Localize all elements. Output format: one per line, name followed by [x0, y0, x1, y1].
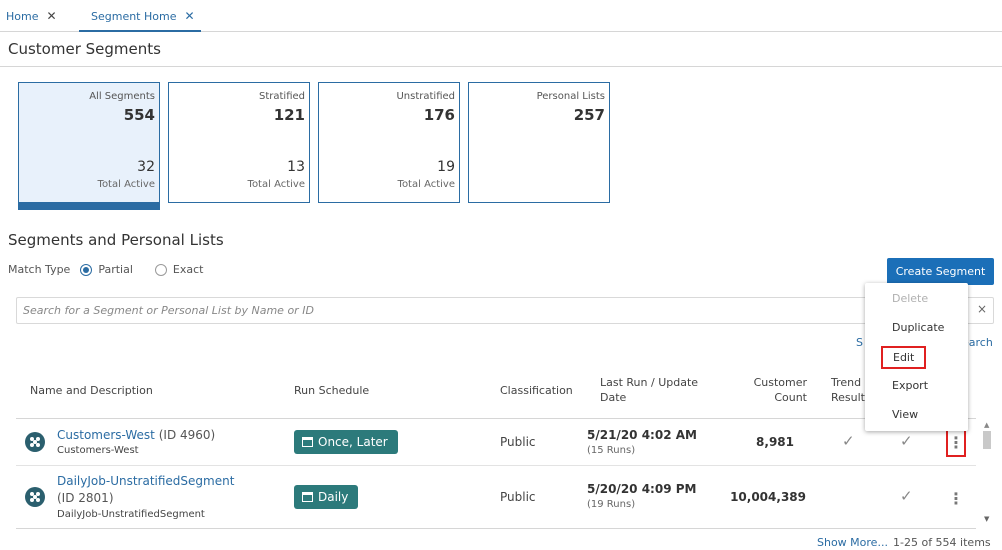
run-schedule-badge[interactable]: Once, Later — [294, 430, 398, 454]
menu-item-export[interactable]: Export — [892, 379, 928, 392]
header-count-line1: Customer — [753, 376, 807, 389]
card-personal-lists[interactable]: Personal Lists 257 — [468, 82, 610, 203]
segment-name[interactable]: DailyJob-UnstratifiedSegment — [57, 474, 234, 488]
card-active-count: 13 — [287, 159, 305, 175]
scroll-thumb[interactable] — [983, 431, 991, 449]
segment-id: (ID 4960) — [158, 428, 216, 442]
match-exact-label[interactable]: Exact — [173, 263, 204, 276]
card-active-count: 19 — [437, 159, 455, 175]
result-check-icon: ✓ — [900, 432, 913, 450]
segment-description: DailyJob-UnstratifiedSegment — [57, 509, 205, 520]
menu-item-view[interactable]: View — [892, 408, 918, 421]
tab-segment-home[interactable]: Segment Home ✕ — [79, 9, 201, 32]
create-segment-button[interactable]: Create Segment — [887, 258, 994, 285]
menu-item-delete[interactable]: Delete — [892, 292, 928, 305]
card-active-count: 32 — [137, 159, 155, 175]
section-title: Segments and Personal Lists — [8, 231, 224, 249]
customer-count: 10,004,389 — [730, 490, 806, 504]
card-active-label: Total Active — [97, 179, 155, 190]
show-more-link[interactable]: Show More... — [817, 536, 888, 549]
card-active-label: Total Active — [397, 179, 455, 190]
card-count: 176 — [423, 106, 455, 124]
run-schedule-label: Daily — [318, 490, 349, 504]
segment-name-link[interactable]: Customers-West (ID 4960) — [57, 428, 215, 442]
card-count: 554 — [123, 106, 155, 124]
card-stratified[interactable]: Stratified 121 13 Total Active — [168, 82, 310, 203]
card-label: Personal Lists — [536, 91, 605, 102]
segment-icon — [25, 487, 45, 507]
header-run-schedule[interactable]: Run Schedule — [294, 383, 369, 398]
tab-home[interactable]: Home ✕ — [6, 9, 57, 23]
match-type-group: Match Type Partial Exact — [8, 263, 215, 276]
segment-icon — [25, 432, 45, 452]
header-count-line2: Count — [774, 391, 807, 404]
header-name[interactable]: Name and Description — [30, 383, 153, 398]
run-schedule-badge[interactable]: Daily — [294, 485, 359, 509]
title-divider — [0, 66, 1002, 67]
header-last-run-line2: Date — [600, 391, 627, 404]
run-count: (19 Runs) — [587, 499, 636, 510]
tab-segment-home-label: Segment Home — [91, 10, 177, 23]
card-all-segments[interactable]: All Segments 554 32 Total Active — [18, 82, 160, 210]
trend-check-icon: ✓ — [842, 432, 855, 450]
header-classification[interactable]: Classification — [500, 383, 573, 398]
card-label: All Segments — [89, 91, 155, 102]
table-scrollbar[interactable]: ▲ ▼ — [980, 419, 994, 527]
search-box: × — [16, 297, 994, 324]
result-check-icon: ✓ — [900, 487, 913, 505]
segment-id: (ID 2801) — [57, 491, 114, 505]
match-type-label: Match Type — [8, 263, 71, 276]
run-schedule-label: Once, Later — [318, 435, 388, 449]
header-last-run[interactable]: Last Run / Update Date — [600, 375, 698, 405]
menu-item-duplicate[interactable]: Duplicate — [892, 321, 944, 334]
classification: Public — [500, 490, 536, 504]
header-customer-count[interactable]: Customer Count — [727, 375, 807, 405]
page-title: Customer Segments — [8, 40, 161, 58]
segment-description: Customers-West — [57, 445, 139, 456]
card-label: Stratified — [258, 91, 305, 102]
run-count: (15 Runs) — [587, 445, 636, 456]
tab-segment-home-close-icon[interactable]: ✕ — [184, 9, 194, 23]
tab-home-close-icon[interactable]: ✕ — [46, 9, 56, 23]
tab-home-label: Home — [6, 10, 39, 23]
card-active-label: Total Active — [247, 179, 305, 190]
last-run-date: 5/21/20 4:02 AM — [587, 428, 697, 442]
row-divider — [16, 465, 976, 466]
card-count: 257 — [573, 106, 605, 124]
link-fragment-left[interactable]: S — [856, 336, 863, 349]
card-count: 121 — [273, 106, 305, 124]
calendar-icon — [302, 437, 313, 447]
row-actions-menu: Delete Duplicate Edit Export View — [865, 283, 968, 431]
menu-item-edit[interactable]: Edit — [881, 346, 927, 369]
last-run-date: 5/20/20 4:09 PM — [587, 482, 697, 496]
customer-count: 8,981 — [756, 435, 794, 449]
search-input[interactable] — [17, 298, 957, 323]
segment-name[interactable]: Customers-West — [57, 428, 155, 442]
clear-search-icon[interactable]: × — [977, 302, 987, 316]
match-partial-radio[interactable] — [80, 263, 93, 276]
table-footer-divider — [16, 528, 976, 529]
scroll-up-icon[interactable]: ▲ — [984, 421, 989, 429]
row-actions-kebab-icon[interactable]: ⋮ — [946, 427, 966, 457]
scroll-down-icon[interactable]: ▼ — [984, 515, 989, 523]
card-unstratified[interactable]: Unstratified 176 19 Total Active — [318, 82, 460, 203]
table-header-divider — [16, 418, 976, 419]
classification: Public — [500, 435, 536, 449]
card-label: Unstratified — [396, 91, 455, 102]
match-exact-radio[interactable] — [154, 263, 167, 276]
header-last-run-line1: Last Run / Update — [600, 376, 699, 389]
row-actions-kebab-icon[interactable]: ⋮ — [946, 483, 966, 513]
items-count: 1-25 of 554 items — [893, 536, 991, 549]
match-partial-label[interactable]: Partial — [98, 263, 133, 276]
calendar-icon — [302, 492, 313, 502]
tab-bar: Home ✕ Segment Home ✕ — [0, 0, 1002, 32]
